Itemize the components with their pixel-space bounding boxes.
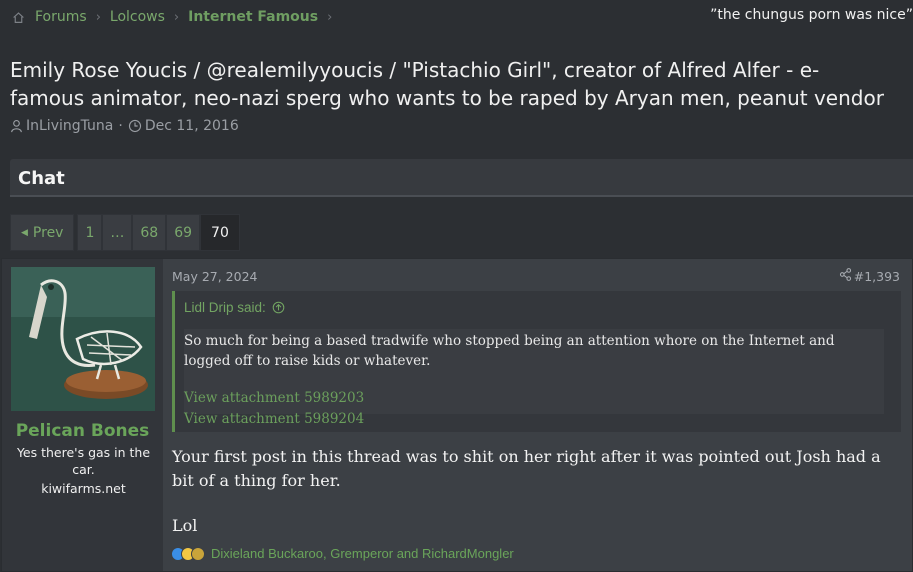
thread-author[interactable]: InLivingTuna xyxy=(26,118,113,134)
post-user-column: Pelican Bones Yes there's gas in the car… xyxy=(2,259,163,571)
page-link-69[interactable]: 69 xyxy=(166,214,201,251)
quote-text: So much for being a based tradwife who s… xyxy=(184,333,835,369)
meta-separator: · xyxy=(118,118,123,134)
attachment-link-2[interactable]: View attachment 5989204 xyxy=(184,411,364,427)
post-closing: Lol xyxy=(172,516,198,535)
page-link-1[interactable]: 1 xyxy=(77,214,103,251)
user-title: Yes there's gas in the car. kiwifarms.ne… xyxy=(10,444,157,497)
reaction-users[interactable]: Dixieland Buckaroo, Gremperor and Richar… xyxy=(211,546,514,561)
quote-header[interactable]: Lidl Drip said: xyxy=(184,300,285,315)
prev-label: Prev xyxy=(32,224,64,241)
home-icon[interactable] xyxy=(12,11,25,24)
post-username[interactable]: Pelican Bones xyxy=(2,421,163,441)
breadcrumb: Forums › Lolcows › Internet Famous › xyxy=(12,6,341,28)
arrow-up-circle-icon[interactable] xyxy=(272,301,285,314)
prev-page-button[interactable]: ◀ Prev xyxy=(10,214,75,251)
chevron-right-icon: › xyxy=(95,9,101,25)
chevron-right-icon: › xyxy=(327,9,333,25)
post-date[interactable]: May 27, 2024 xyxy=(172,269,257,284)
header-quote: ”the chungus porn was nice” xyxy=(710,7,913,23)
post-body: Your first post in this thread was to sh… xyxy=(172,447,881,490)
thread-title: Emily Rose Youcis / @realemilyyoucis / "… xyxy=(10,58,884,110)
pelican-skeleton-avatar xyxy=(11,267,155,411)
attachment-link-1[interactable]: View attachment 5989203 xyxy=(184,390,364,406)
pineapple-icon xyxy=(191,546,205,561)
section-header: Chat xyxy=(10,159,913,197)
reactions-bar[interactable]: Dixieland Buckaroo, Gremperor and Richar… xyxy=(171,546,514,561)
quote-block: Lidl Drip said: So much for being a base… xyxy=(172,291,901,432)
page-link-68[interactable]: 68 xyxy=(132,214,167,251)
clock-icon xyxy=(128,119,142,133)
breadcrumb-forums[interactable]: Forums xyxy=(35,9,87,25)
post-number[interactable]: #1,393 xyxy=(854,269,900,284)
thread-meta: InLivingTuna · Dec 11, 2016 xyxy=(10,117,239,135)
post: Pelican Bones Yes there's gas in the car… xyxy=(1,258,913,572)
breadcrumb-lolcows[interactable]: Lolcows xyxy=(110,9,165,25)
user-site: kiwifarms.net xyxy=(41,481,126,496)
quote-author[interactable]: Lidl Drip said: xyxy=(184,300,266,315)
page-link-current[interactable]: 70 xyxy=(200,214,240,251)
user-title-text: Yes there's gas in the car. xyxy=(16,445,151,477)
breadcrumb-internet-famous[interactable]: Internet Famous xyxy=(188,9,318,25)
avatar[interactable] xyxy=(11,267,155,411)
chevron-right-icon: › xyxy=(173,9,180,25)
caret-left-icon: ◀ xyxy=(21,227,28,238)
pagination: ◀ Prev 1 … 68 69 70 xyxy=(10,214,240,251)
section-title[interactable]: Chat xyxy=(18,168,65,189)
user-icon xyxy=(10,119,23,133)
share-icon[interactable] xyxy=(839,268,852,281)
thread-date[interactable]: Dec 11, 2016 xyxy=(145,118,239,134)
page-ellipsis[interactable]: … xyxy=(102,214,133,251)
